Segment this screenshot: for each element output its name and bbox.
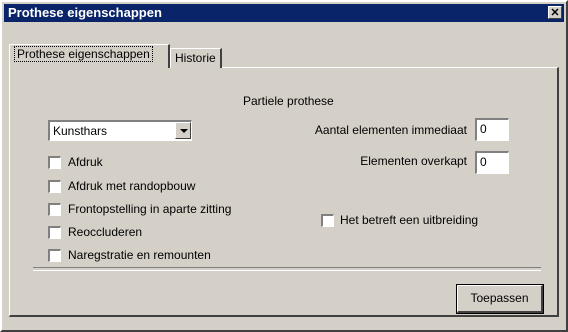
section-title: Partiele prothese	[243, 94, 334, 108]
immediate-count-label: Aantal elementen immediaat	[314, 123, 467, 137]
checkbox-label-uitbreiding: Het betreft een uitbreiding	[340, 213, 479, 227]
material-select-value: Kunsthars	[53, 124, 108, 138]
checkbox-label-naregstratie: Naregstratie en remounten	[68, 248, 211, 262]
checkbox-reoccluderen[interactable]	[48, 226, 61, 239]
close-icon: ✕	[550, 7, 560, 19]
tab-label: Prothese eigenschappen	[14, 46, 153, 62]
chevron-down-icon[interactable]	[175, 122, 191, 139]
covered-count-input[interactable]: 0	[475, 151, 509, 174]
material-select[interactable]: Kunsthars	[48, 120, 192, 141]
checkbox-label-frontopstelling: Frontopstelling in aparte zitting	[68, 202, 232, 216]
title-bar[interactable]: Prothese eigenschappen ✕	[4, 4, 564, 22]
checkbox-uitbreiding[interactable]	[321, 214, 334, 227]
checkbox-frontopstelling[interactable]	[48, 203, 61, 216]
tab-label: Historie	[175, 51, 216, 65]
checkbox-afdruk[interactable]	[48, 156, 61, 169]
window-title: Prothese eigenschappen	[8, 5, 162, 20]
tab-historie[interactable]: Historie	[170, 48, 222, 68]
checkbox-afdruk-randopbouw[interactable]	[48, 180, 61, 193]
close-button[interactable]: ✕	[548, 6, 562, 19]
immediate-count-input[interactable]: 0	[475, 118, 509, 141]
covered-count-label: Elementen overkapt	[360, 154, 467, 168]
apply-button[interactable]: Toepassen	[456, 284, 544, 314]
checkbox-label-reoccluderen: Reoccluderen	[68, 225, 143, 239]
checkbox-label-afdruk: Afdruk	[68, 155, 103, 169]
checkbox-naregstratie[interactable]	[48, 249, 61, 262]
separator	[33, 267, 541, 271]
tab-prothese-eigenschappen[interactable]: Prothese eigenschappen	[9, 44, 170, 68]
checkbox-label-afdruk-randopbouw: Afdruk met randopbouw	[68, 179, 196, 193]
